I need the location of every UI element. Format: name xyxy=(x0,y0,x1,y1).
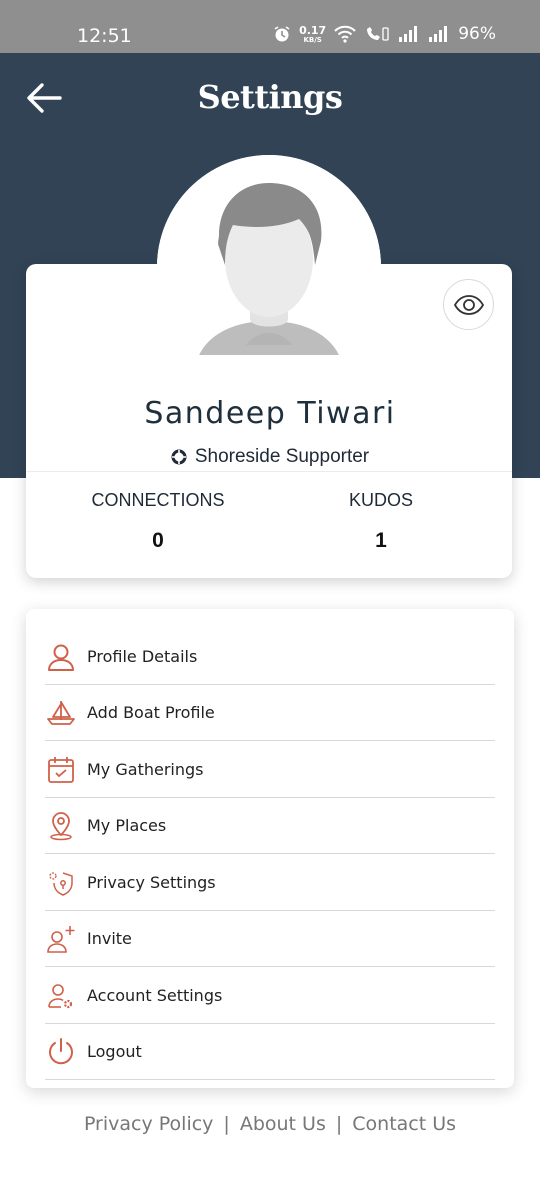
life-ring-icon xyxy=(171,449,187,465)
network-speed: 0.17 KB/S xyxy=(299,25,326,44)
battery-level: 96% xyxy=(458,24,496,44)
menu-item-invite[interactable]: Invite xyxy=(45,911,495,967)
about-us-link[interactable]: About Us xyxy=(240,1113,326,1135)
menu-item-logout[interactable]: Logout xyxy=(45,1024,495,1080)
profile-name: Sandeep Tiwari xyxy=(144,396,396,431)
net-speed-unit: KB/S xyxy=(303,35,322,44)
default-avatar-icon xyxy=(157,155,381,379)
menu-label: Logout xyxy=(87,1042,142,1061)
menu-label: My Places xyxy=(87,816,167,835)
menu-label: Account Settings xyxy=(87,986,223,1005)
profile-role: Shoreside Supporter xyxy=(0,446,540,468)
view-profile-button[interactable] xyxy=(443,279,494,330)
menu-item-profile-details[interactable]: Profile Details xyxy=(45,629,495,685)
connections-label[interactable]: CONNECTIONS xyxy=(58,490,258,511)
signal-icon-1 xyxy=(399,26,418,42)
privacy-shield-icon xyxy=(45,867,77,899)
status-icons: 0.17 KB/S 96% xyxy=(273,24,496,44)
menu-item-add-boat-profile[interactable]: Add Boat Profile xyxy=(45,685,495,741)
contact-us-link[interactable]: Contact Us xyxy=(352,1113,456,1135)
menu-item-my-gatherings[interactable]: My Gatherings xyxy=(45,742,495,798)
menu-item-my-places[interactable]: My Places xyxy=(45,798,495,854)
profile-role-label: Shoreside Supporter xyxy=(194,446,370,467)
eye-icon xyxy=(453,294,484,315)
menu-label: Add Boat Profile xyxy=(87,703,215,722)
call-icon xyxy=(367,27,389,41)
power-icon xyxy=(45,1036,77,1068)
kudos-label[interactable]: KUDOS xyxy=(281,490,481,511)
page-title: Settings xyxy=(197,78,343,116)
privacy-policy-link[interactable]: Privacy Policy xyxy=(84,1113,213,1135)
wifi-icon xyxy=(334,25,356,43)
status-time: 12:51 xyxy=(77,25,132,47)
alarm-icon xyxy=(274,26,290,42)
add-user-icon xyxy=(45,923,77,955)
user-icon xyxy=(45,641,77,673)
net-speed-value: 0.17 xyxy=(299,23,327,37)
card-divider xyxy=(26,471,512,472)
location-pin-icon xyxy=(45,810,77,842)
menu-label: Invite xyxy=(87,929,132,948)
menu-label: Profile Details xyxy=(87,647,198,666)
footer-links: Privacy Policy | About Us | Contact Us xyxy=(0,1113,540,1135)
kudos-value[interactable]: 1 xyxy=(281,529,481,553)
footer-separator: | xyxy=(335,1113,343,1135)
boat-icon xyxy=(45,697,77,729)
avatar[interactable] xyxy=(157,155,381,379)
connections-value[interactable]: 0 xyxy=(58,529,258,553)
signal-icon-2 xyxy=(429,26,448,42)
status-bar: 12:51 0.17 KB/S 96% xyxy=(0,0,540,53)
calendar-check-icon xyxy=(45,754,77,786)
menu-label: My Gatherings xyxy=(87,760,204,779)
footer-separator: | xyxy=(223,1113,230,1135)
user-gear-icon xyxy=(45,980,77,1012)
menu-item-privacy-settings[interactable]: Privacy Settings xyxy=(45,855,495,911)
menu-label: Privacy Settings xyxy=(87,873,216,892)
menu-item-account-settings[interactable]: Account Settings xyxy=(45,968,495,1024)
